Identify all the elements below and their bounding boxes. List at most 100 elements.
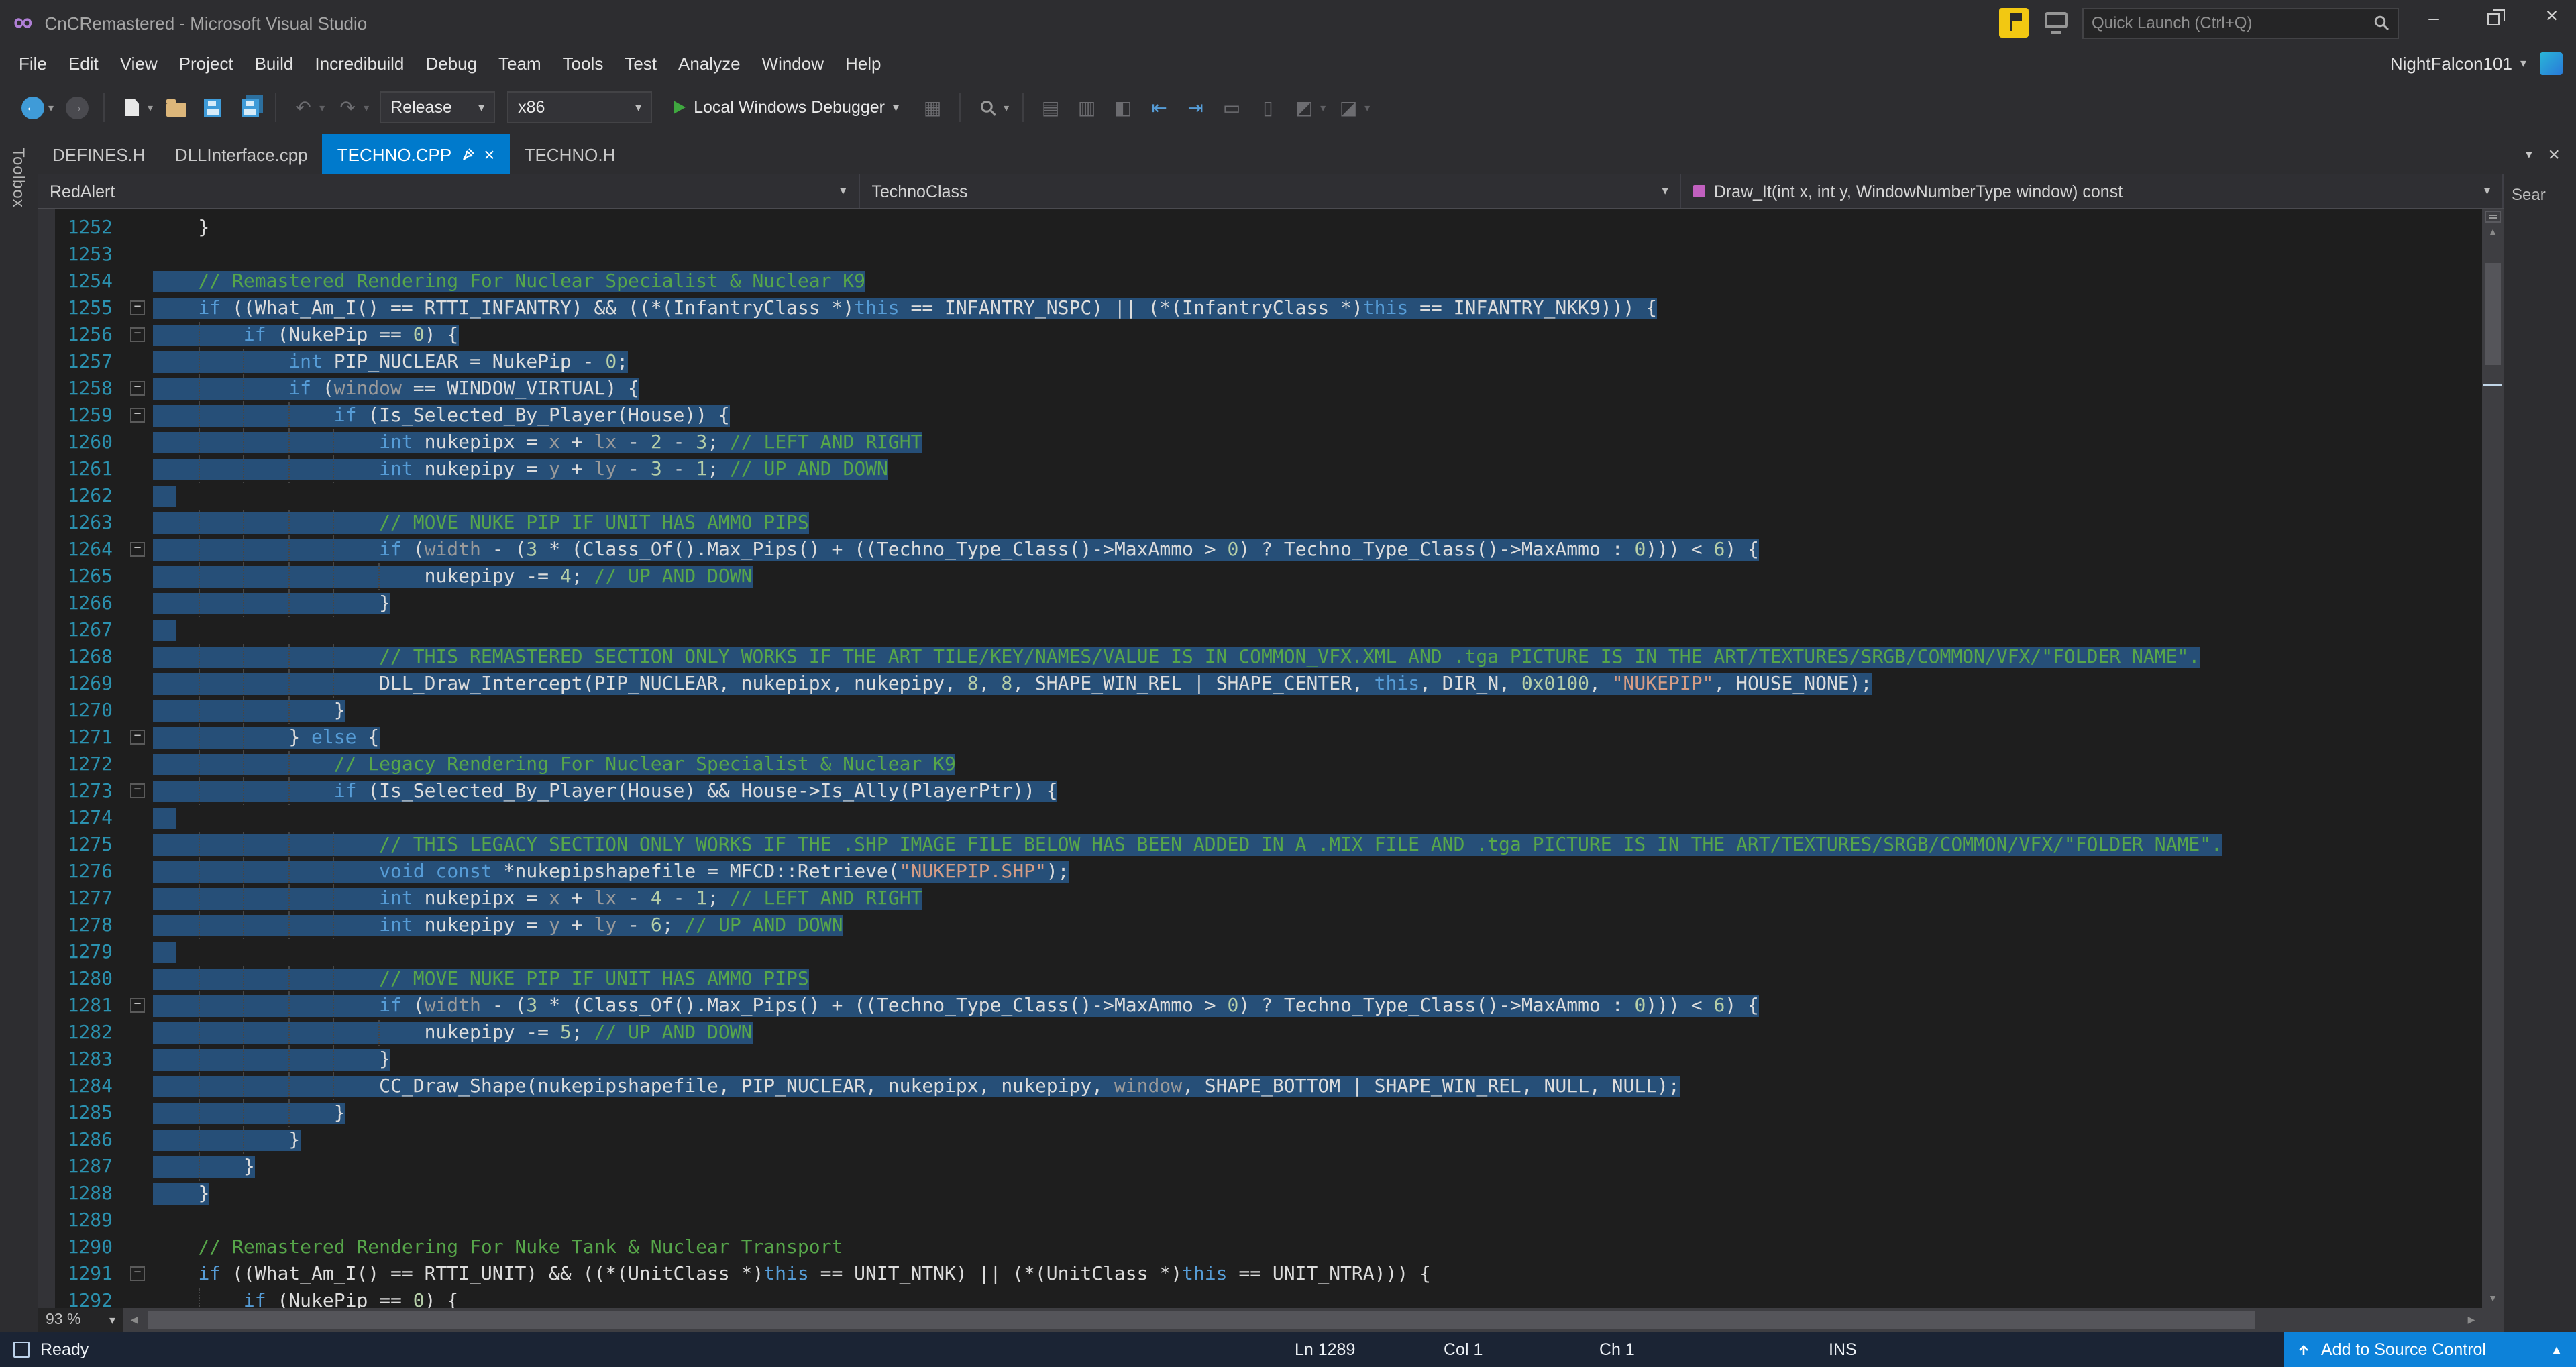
quick-launch-search[interactable] [2082,7,2399,38]
line-number[interactable]: 1263 [60,510,125,537]
line-number[interactable]: 1254 [60,268,125,295]
new-file-button[interactable] [115,91,148,123]
code-text[interactable]: } [153,215,209,241]
chevron-down-icon[interactable]: ▾ [1004,101,1009,113]
word-completion-icon[interactable]: ◧ [1107,91,1139,123]
code-text[interactable]: int nukepipy = y + ly - 6; // UP AND DOW… [153,912,843,939]
user-avatar-icon[interactable] [2540,52,2563,74]
collapsed-panel[interactable]: Sear [2504,174,2576,1332]
line-number[interactable]: 1272 [60,751,125,778]
zoom-control[interactable]: 93 % ▾ [38,1308,123,1332]
tab-techno-h[interactable]: TECHNO.H [510,134,631,174]
tab-techno-cpp[interactable]: TECHNO.CPP × [322,134,510,174]
code-line[interactable]: 1276 void const *nukepipshapefile = MFCD… [38,859,2482,885]
chevron-down-icon[interactable]: ▾ [1320,101,1326,113]
line-number[interactable]: 1264 [60,537,125,563]
code-line[interactable]: 1280 // MOVE NUKE PIP IF UNIT HAS AMMO P… [38,966,2482,993]
code-line[interactable]: 1281− if (width - (3 * (Class_Of().Max_P… [38,993,2482,1020]
code-line[interactable]: 1271− } else { [38,724,2482,751]
line-number[interactable]: 1282 [60,1020,125,1046]
fold-toggle-icon[interactable]: − [130,300,145,315]
tab-dllinterface-cpp[interactable]: DLLInterface.cpp [160,134,323,174]
code-line[interactable]: 1282 nukepipy -= 5; // UP AND DOWN [38,1020,2482,1046]
close-document-icon[interactable]: × [2548,143,2560,166]
code-line[interactable]: 1259− if (Is_Selected_By_Player(House)) … [38,402,2482,429]
code-line[interactable]: 1290 // Remastered Rendering For Nuke Ta… [38,1234,2482,1261]
chevron-down-icon[interactable]: ▾ [1364,101,1370,113]
code-text[interactable]: // MOVE NUKE PIP IF UNIT HAS AMMO PIPS [153,966,809,993]
code-line[interactable]: 1258− if (window == WINDOW_VIRTUAL) { [38,376,2482,402]
attach-process-icon[interactable]: ▦ [916,91,949,123]
code-line[interactable]: 1256− if (NukePip == 0) { [38,322,2482,349]
code-text[interactable]: nukepipy -= 5; // UP AND DOWN [153,1020,753,1046]
chevron-up-icon[interactable]: ▲ [2551,1343,2563,1356]
line-number[interactable]: 1260 [60,429,125,456]
line-number[interactable]: 1265 [60,563,125,590]
line-number[interactable]: 1276 [60,859,125,885]
fold-toggle-icon[interactable]: − [130,327,145,342]
tab-defines-h[interactable]: DEFINES.H [38,134,160,174]
code-line[interactable]: 1270 } [38,698,2482,724]
code-line[interactable]: 1292 if (NukePip == 0) { [38,1288,2482,1308]
code-line[interactable]: 1291− if ((What_Am_I() == RTTI_UNIT) && … [38,1261,2482,1288]
line-number[interactable]: 1271 [60,724,125,751]
line-number[interactable]: 1279 [60,939,125,966]
close-icon[interactable]: × [484,144,494,165]
code-text[interactable]: int nukepipy = y + ly - 3 - 1; // UP AND… [153,456,888,483]
toolbox-panel-tab[interactable]: Toolbox [0,134,38,1332]
code-text[interactable] [153,805,176,832]
line-number[interactable]: 1280 [60,966,125,993]
line-number[interactable]: 1277 [60,885,125,912]
scroll-right-icon[interactable]: ▶ [2461,1308,2482,1332]
decrease-indent-icon[interactable]: ⇤ [1143,91,1175,123]
code-text[interactable]: if ((What_Am_I() == RTTI_UNIT) && ((*(Un… [153,1261,1431,1288]
search-icon[interactable] [2373,15,2390,31]
code-line[interactable]: 1266 } [38,590,2482,617]
line-number[interactable]: 1253 [60,241,125,268]
menu-project[interactable]: Project [168,48,244,78]
code-text[interactable]: int nukepipx = x + lx - 4 - 1; // LEFT A… [153,885,922,912]
code-line[interactable]: 1275 // THIS LEGACY SECTION ONLY WORKS I… [38,832,2482,859]
code-text[interactable]: } [153,1046,391,1073]
code-line[interactable]: 1268 // THIS REMASTERED SECTION ONLY WOR… [38,644,2482,671]
code-line[interactable]: 1254 // Remastered Rendering For Nuclear… [38,268,2482,295]
save-all-button[interactable] [232,91,264,123]
quick-launch-input[interactable] [2092,13,2365,32]
code-line[interactable]: 1273− if (Is_Selected_By_Player(House) &… [38,778,2482,805]
code-line[interactable]: 1267 [38,617,2482,644]
scroll-up-icon[interactable]: ▲ [2482,223,2504,241]
add-to-source-control-button[interactable]: Add to Source Control ▲ [2284,1332,2576,1367]
code-text[interactable]: void const *nukepipshapefile = MFCD::Ret… [153,859,1069,885]
toggle-bookmark-icon[interactable]: ◩ [1288,91,1320,123]
line-number[interactable]: 1288 [60,1181,125,1207]
line-number[interactable]: 1281 [60,993,125,1020]
code-text[interactable]: if (width - (3 * (Class_Of().Max_Pips() … [153,993,1759,1020]
line-number[interactable]: 1258 [60,376,125,402]
line-number[interactable]: 1275 [60,832,125,859]
code-line[interactable]: 1252 } [38,215,2482,241]
configuration-dropdown[interactable]: Release ▾ [380,91,496,123]
line-number[interactable]: 1266 [60,590,125,617]
line-number[interactable]: 1286 [60,1127,125,1154]
code-text[interactable]: DLL_Draw_Intercept(PIP_NUCLEAR, nukepipx… [153,671,1872,698]
line-number[interactable]: 1278 [60,912,125,939]
find-in-files-icon[interactable] [971,91,1004,123]
vertical-scroll-track[interactable] [2482,241,2504,1289]
code-text[interactable]: CC_Draw_Shape(nukepipshapefile, PIP_NUCL… [153,1073,1680,1100]
line-number[interactable]: 1292 [60,1288,125,1308]
type-dropdown[interactable]: TechnoClass ▾ [859,174,1682,208]
line-number[interactable]: 1274 [60,805,125,832]
code-text[interactable]: // Remastered Rendering For Nuke Tank & … [153,1234,843,1261]
fold-toggle-icon[interactable]: − [130,1266,145,1281]
code-line[interactable]: 1274 [38,805,2482,832]
notifications-flag-icon[interactable] [1999,8,2029,38]
code-editor[interactable]: 1252 } 1253 1254 // Remastered Rendering F… [38,209,2482,1308]
code-text[interactable] [153,617,176,644]
line-number[interactable]: 1290 [60,1234,125,1261]
chevron-down-icon[interactable]: ▾ [48,101,54,113]
code-text[interactable] [153,939,176,966]
code-line[interactable]: 1264− if (width - (3 * (Class_Of().Max_P… [38,537,2482,563]
line-number[interactable]: 1267 [60,617,125,644]
horizontal-scroll-track[interactable] [145,1308,2461,1332]
code-text[interactable]: if (width - (3 * (Class_Of().Max_Pips() … [153,537,1759,563]
